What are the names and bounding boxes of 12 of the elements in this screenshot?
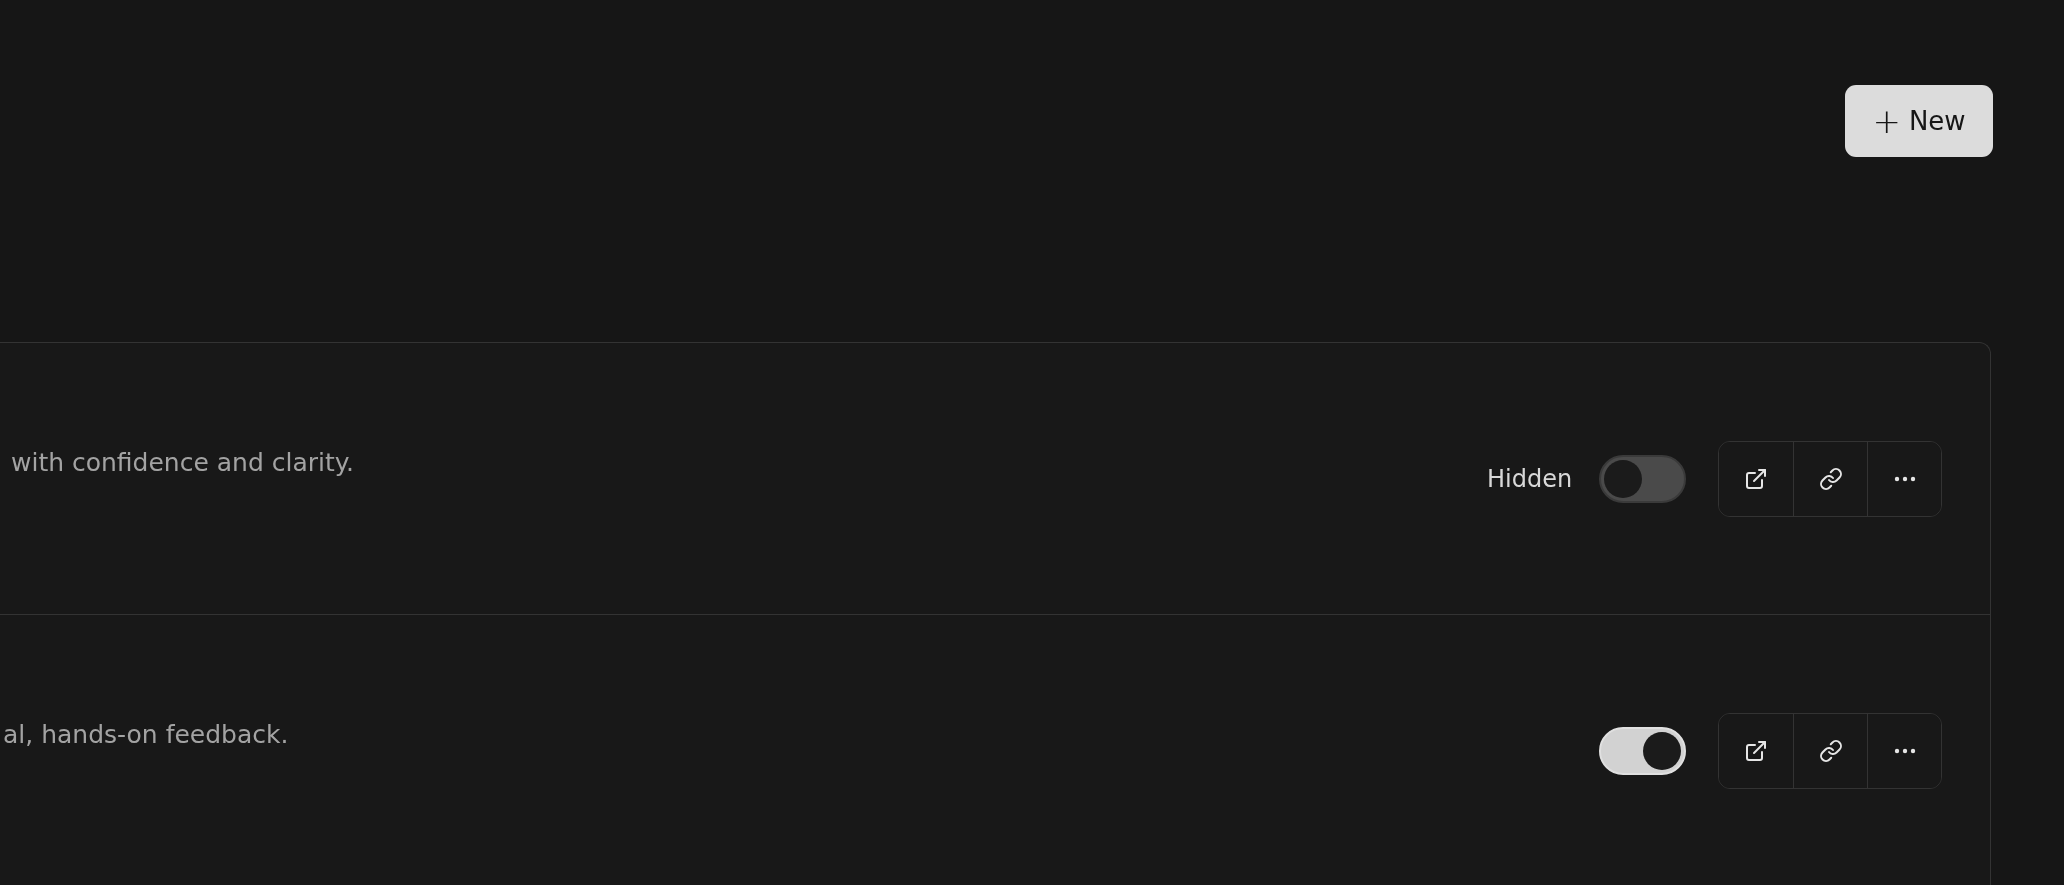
more-icon [1893, 475, 1916, 482]
status-label: Hidden [1487, 464, 1573, 493]
link-icon [1818, 738, 1843, 763]
more-icon [1893, 747, 1916, 754]
plus-icon: + [1872, 104, 1901, 138]
row-description: with confidence and clarity. [10, 448, 355, 477]
link-icon [1818, 466, 1843, 491]
external-link-icon [1744, 466, 1768, 491]
new-button[interactable]: + New [1845, 85, 1993, 157]
row-description: al, hands-on feedback. [2, 720, 290, 749]
visibility-toggle[interactable] [1599, 454, 1686, 503]
external-link-icon [1744, 738, 1768, 763]
